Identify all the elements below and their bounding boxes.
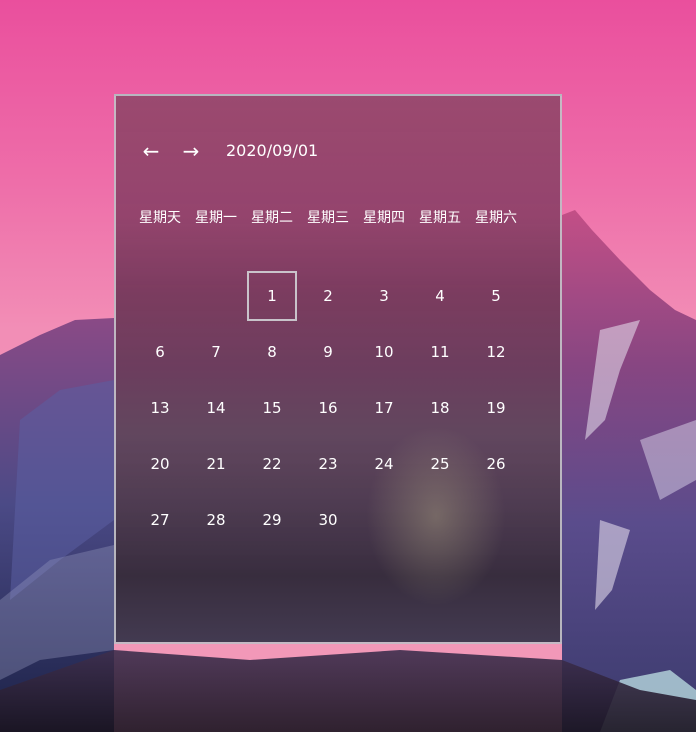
day-number: 14 xyxy=(206,399,226,417)
calendar-widget: ← → 2020/09/01 星期天 星期一 星期二 星期三 星期四 星期五 星期六 123… xyxy=(114,94,562,644)
day-number: 18 xyxy=(430,399,450,417)
day-number: 27 xyxy=(150,511,170,529)
weekday-label: 星期天 xyxy=(139,210,181,226)
day-cell[interactable]: 18 xyxy=(412,380,468,436)
day-cell[interactable]: 2 xyxy=(300,268,356,324)
day-cell[interactable]: 24 xyxy=(356,436,412,492)
day-number: 20 xyxy=(150,455,170,473)
weekday-label: 星期一 xyxy=(195,210,237,226)
day-cell[interactable]: 23 xyxy=(300,436,356,492)
day-number: 1 xyxy=(247,271,297,321)
day-number: 6 xyxy=(155,343,165,361)
day-cell[interactable]: 11 xyxy=(412,324,468,380)
day-cell[interactable]: 16 xyxy=(300,380,356,436)
day-cell[interactable]: 29 xyxy=(244,492,300,548)
day-cell[interactable]: 28 xyxy=(188,492,244,548)
weekday-label: 星期四 xyxy=(363,210,405,226)
day-cell[interactable]: 20 xyxy=(132,436,188,492)
current-date-label: 2020/09/01 xyxy=(226,141,319,160)
day-cell[interactable]: 13 xyxy=(132,380,188,436)
day-number: 21 xyxy=(206,455,226,473)
day-cell[interactable]: 5 xyxy=(468,268,524,324)
empty-day-cell xyxy=(188,268,244,324)
day-number: 2 xyxy=(323,287,333,305)
day-number: 22 xyxy=(262,455,282,473)
day-cell[interactable]: 8 xyxy=(244,324,300,380)
day-cell[interactable]: 22 xyxy=(244,436,300,492)
day-cell[interactable]: 14 xyxy=(188,380,244,436)
day-number: 30 xyxy=(318,511,338,529)
weekday-label: 星期二 xyxy=(251,210,293,226)
day-cell[interactable]: 12 xyxy=(468,324,524,380)
day-cell[interactable]: 9 xyxy=(300,324,356,380)
selected-day-cell[interactable]: 1 xyxy=(244,268,300,324)
day-cell[interactable]: 6 xyxy=(132,324,188,380)
day-cell[interactable]: 25 xyxy=(412,436,468,492)
weekday-label: 星期三 xyxy=(307,210,349,226)
day-number: 5 xyxy=(491,287,501,305)
day-cell[interactable]: 10 xyxy=(356,324,412,380)
day-grid: 1 2 3 4 5 6 7 8 9 10 11 12 13 14 15 16 17 18 19 20 21 22 23 24 2… xyxy=(132,268,548,548)
weekday-label: 星期五 xyxy=(419,210,461,226)
day-cell[interactable]: 17 xyxy=(356,380,412,436)
day-number: 10 xyxy=(374,343,394,361)
weekday-header-row: 星期天 星期一 星期二 星期三 星期四 星期五 星期六 xyxy=(132,204,548,232)
day-number: 26 xyxy=(486,455,506,473)
prev-month-icon[interactable]: ← xyxy=(140,136,162,166)
day-cell[interactable]: 30 xyxy=(300,492,356,548)
weekday-label: 星期六 xyxy=(475,210,517,226)
day-cell[interactable]: 26 xyxy=(468,436,524,492)
day-number: 9 xyxy=(323,343,333,361)
day-number: 23 xyxy=(318,455,338,473)
empty-day-cell xyxy=(132,268,188,324)
day-cell[interactable]: 4 xyxy=(412,268,468,324)
day-cell[interactable]: 3 xyxy=(356,268,412,324)
day-cell[interactable]: 27 xyxy=(132,492,188,548)
next-month-icon[interactable]: → xyxy=(180,136,202,166)
day-number: 17 xyxy=(374,399,394,417)
day-number: 3 xyxy=(379,287,389,305)
day-number: 15 xyxy=(262,399,282,417)
day-cell[interactable]: 15 xyxy=(244,380,300,436)
day-number: 25 xyxy=(430,455,450,473)
day-number: 28 xyxy=(206,511,226,529)
day-number: 16 xyxy=(318,399,338,417)
day-number: 12 xyxy=(486,343,506,361)
day-number: 4 xyxy=(435,287,445,305)
day-number: 11 xyxy=(430,343,450,361)
day-cell[interactable]: 19 xyxy=(468,380,524,436)
day-number: 29 xyxy=(262,511,282,529)
day-number: 24 xyxy=(374,455,394,473)
day-cell[interactable]: 7 xyxy=(188,324,244,380)
day-number: 8 xyxy=(267,343,277,361)
day-number: 7 xyxy=(211,343,221,361)
day-number: 13 xyxy=(150,399,170,417)
calendar-header: ← → 2020/09/01 xyxy=(140,136,319,166)
day-number: 19 xyxy=(486,399,506,417)
day-cell[interactable]: 21 xyxy=(188,436,244,492)
